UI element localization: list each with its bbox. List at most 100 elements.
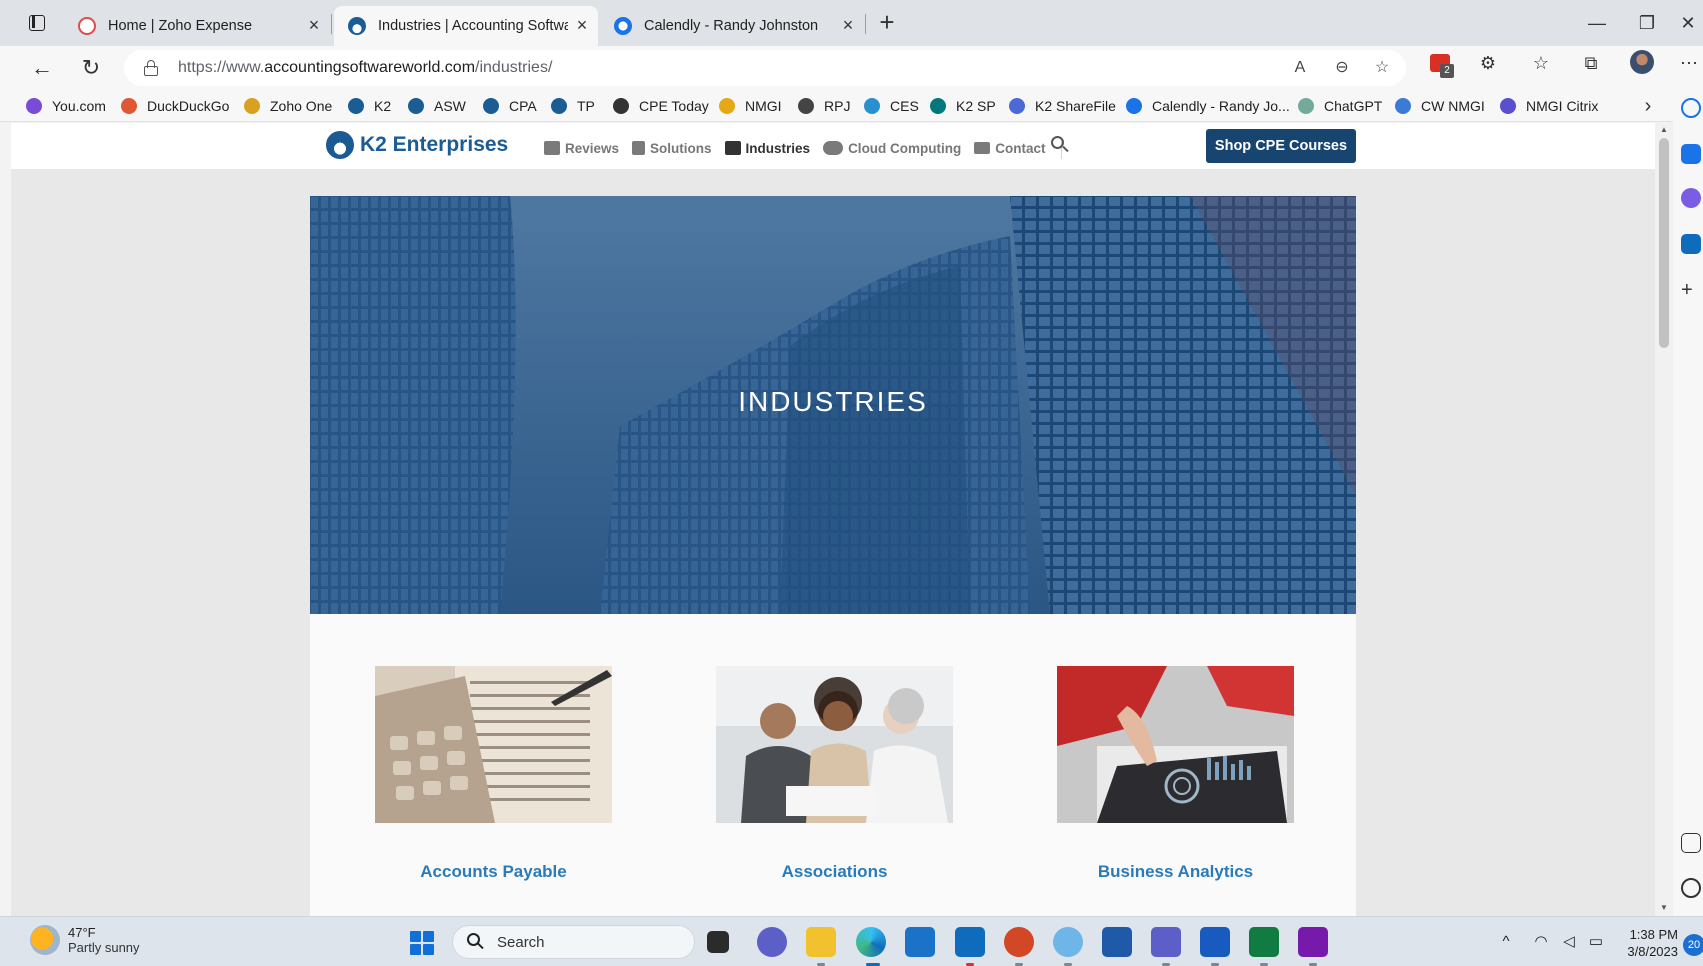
bookmark-rpj[interactable]: RPJ [798, 90, 850, 122]
task-view-icon[interactable] [707, 931, 729, 953]
battery-icon[interactable]: ▭ [1585, 932, 1607, 952]
url-text[interactable]: https://www.accountingsoftwareworld.com/… [178, 59, 552, 77]
chevron-right-icon[interactable]: › [1636, 94, 1660, 118]
nav-reviews[interactable]: Reviews [544, 141, 619, 156]
settings-gear-icon[interactable] [1681, 878, 1701, 898]
scroll-up-arrow-icon[interactable]: ▲ [1659, 125, 1669, 135]
shop-cpe-courses-button[interactable]: Shop CPE Courses [1206, 129, 1356, 163]
scroll-down-arrow-icon[interactable]: ▼ [1659, 903, 1669, 913]
nav-contact[interactable]: Contact [974, 141, 1046, 156]
taskbar-search[interactable]: Search [452, 925, 695, 959]
industry-card-business-analytics[interactable]: Business Analytics [1057, 666, 1295, 881]
bookmark-you-com[interactable]: You.com [26, 90, 106, 122]
add-favorite-icon[interactable]: ☆ [1370, 56, 1394, 80]
tab-actions-menu-icon[interactable] [26, 12, 48, 34]
page-scrollbar[interactable]: ▲ ▼ [1655, 123, 1673, 916]
new-tab-button[interactable]: + [874, 9, 900, 36]
close-window-button[interactable]: ✕ [1673, 10, 1703, 36]
edge-browser-icon[interactable] [856, 927, 886, 957]
collections-icon[interactable]: ⧉ [1578, 50, 1604, 76]
bookmark-tp[interactable]: TP [551, 90, 595, 122]
profile-avatar[interactable] [1630, 50, 1656, 76]
tools-icon[interactable] [1681, 188, 1701, 208]
industry-card-accounts-payable[interactable]: Accounts Payable [375, 666, 613, 881]
wifi-icon[interactable]: ◠ [1530, 932, 1552, 952]
tab-calendly[interactable]: Calendly - Randy Johnston × [600, 6, 864, 46]
nav-solutions[interactable]: Solutions [632, 141, 712, 156]
bookmark-nmgi-citrix[interactable]: NMGI Citrix [1500, 90, 1598, 122]
network-globe-icon[interactable] [1053, 927, 1083, 957]
back-arrow-icon[interactable]: ← [28, 54, 56, 82]
search-sidebar-icon[interactable] [1681, 98, 1701, 118]
outlook-taskbar-icon[interactable] [955, 927, 985, 957]
remote-desktop-icon[interactable] [1102, 927, 1132, 957]
zoom-out-icon[interactable]: ⊖ [1330, 56, 1354, 80]
tab-industries[interactable]: Industries | Accounting Software × [334, 6, 598, 46]
lock-icon[interactable] [144, 60, 158, 76]
onenote-icon[interactable] [1298, 927, 1328, 957]
system-clock[interactable]: 1:38 PM 3/8/2023 [1616, 926, 1678, 960]
bookmark-k2[interactable]: K2 [348, 90, 391, 122]
card-title[interactable]: Business Analytics [1057, 862, 1294, 882]
file-explorer-icon[interactable] [806, 927, 836, 957]
bookmark-cpa[interactable]: CPA [483, 90, 537, 122]
bookmark-cpe-today[interactable]: CPE Today [613, 90, 709, 122]
minimize-button[interactable]: — [1582, 10, 1612, 36]
teams-icon[interactable] [1151, 927, 1181, 957]
volume-icon[interactable]: ◁ [1558, 932, 1580, 952]
scrollbar-thumb[interactable] [1659, 138, 1669, 348]
search-icon[interactable] [1050, 135, 1070, 155]
windows-start-icon[interactable] [410, 931, 434, 955]
bookmark-k2-sharefile[interactable]: K2 ShareFile [1009, 90, 1116, 122]
close-tab-icon[interactable]: × [574, 16, 590, 34]
add-icon[interactable]: + [1681, 280, 1701, 300]
bookmark-cw-nmgi[interactable]: CW NMGI [1395, 90, 1485, 122]
close-tab-icon[interactable]: × [840, 16, 856, 34]
bookmark-ces[interactable]: CES [864, 90, 919, 122]
sidebar-exit-icon[interactable] [1681, 833, 1701, 853]
teams-chat-icon[interactable] [757, 927, 787, 957]
bookmark-icon [551, 98, 567, 114]
extensions-icon[interactable]: ⚙ [1475, 50, 1501, 76]
powerpoint-icon[interactable] [1004, 927, 1034, 957]
bookmark-k2-sp[interactable]: K2 SP [930, 90, 996, 122]
card-title[interactable]: Associations [716, 862, 953, 882]
bookmark-duckduckgo[interactable]: DuckDuckGo [121, 90, 229, 122]
weather-widget[interactable]: 47°F Partly sunny [30, 925, 140, 955]
bookmark-zoho-one[interactable]: Zoho One [244, 90, 332, 122]
excel-icon[interactable] [1249, 927, 1279, 957]
tab-zoho-expense[interactable]: Home | Zoho Expense × [64, 6, 330, 46]
nav-cloud-computing[interactable]: Cloud Computing [823, 141, 961, 156]
restore-button[interactable]: ❐ [1632, 10, 1662, 36]
bookmark-calendly[interactable]: Calendly - Randy Jo... [1126, 90, 1290, 122]
favorites-icon[interactable]: ☆ [1528, 50, 1554, 76]
industry-card-associations[interactable]: Associations [716, 666, 954, 881]
bookmark-icon [348, 98, 364, 114]
bookmark-nmgi[interactable]: NMGI [719, 90, 782, 122]
site-logo[interactable]: K2 Enterprises [326, 131, 508, 159]
calculator-photo[interactable] [375, 666, 612, 823]
refresh-icon[interactable]: ↻ [77, 54, 105, 82]
hero-title: INDUSTRIES [738, 386, 928, 417]
card-title[interactable]: Accounts Payable [375, 862, 612, 882]
bookmark-icon [483, 98, 499, 114]
meeting-photo[interactable] [716, 666, 953, 823]
microsoft-store-icon[interactable] [905, 927, 935, 957]
nav-industries[interactable]: Industries [724, 141, 810, 156]
more-menu-icon[interactable]: ⋯ [1676, 50, 1702, 76]
word-icon[interactable] [1200, 927, 1230, 957]
analytics-photo[interactable] [1057, 666, 1294, 823]
calendly-icon [614, 17, 632, 35]
outlook-icon[interactable] [1681, 234, 1701, 254]
extension-badge-icon[interactable]: 2 [1427, 52, 1454, 78]
chevron-up-icon[interactable]: ^ [1496, 932, 1516, 952]
bookmark-asw[interactable]: ASW [408, 90, 466, 122]
partly-sunny-icon [30, 925, 60, 955]
notification-badge[interactable]: 20 [1683, 934, 1703, 956]
bing-chat-icon[interactable] [1681, 144, 1701, 164]
address-bar[interactable]: https://www.accountingsoftwareworld.com/… [124, 50, 1406, 86]
close-tab-icon[interactable]: × [306, 16, 322, 34]
bookmark-chatgpt[interactable]: ChatGPT [1298, 90, 1382, 122]
page-content: INDUSTRIES Accounts Payable Associations… [310, 196, 1356, 916]
read-aloud-icon[interactable]: A [1288, 56, 1312, 80]
